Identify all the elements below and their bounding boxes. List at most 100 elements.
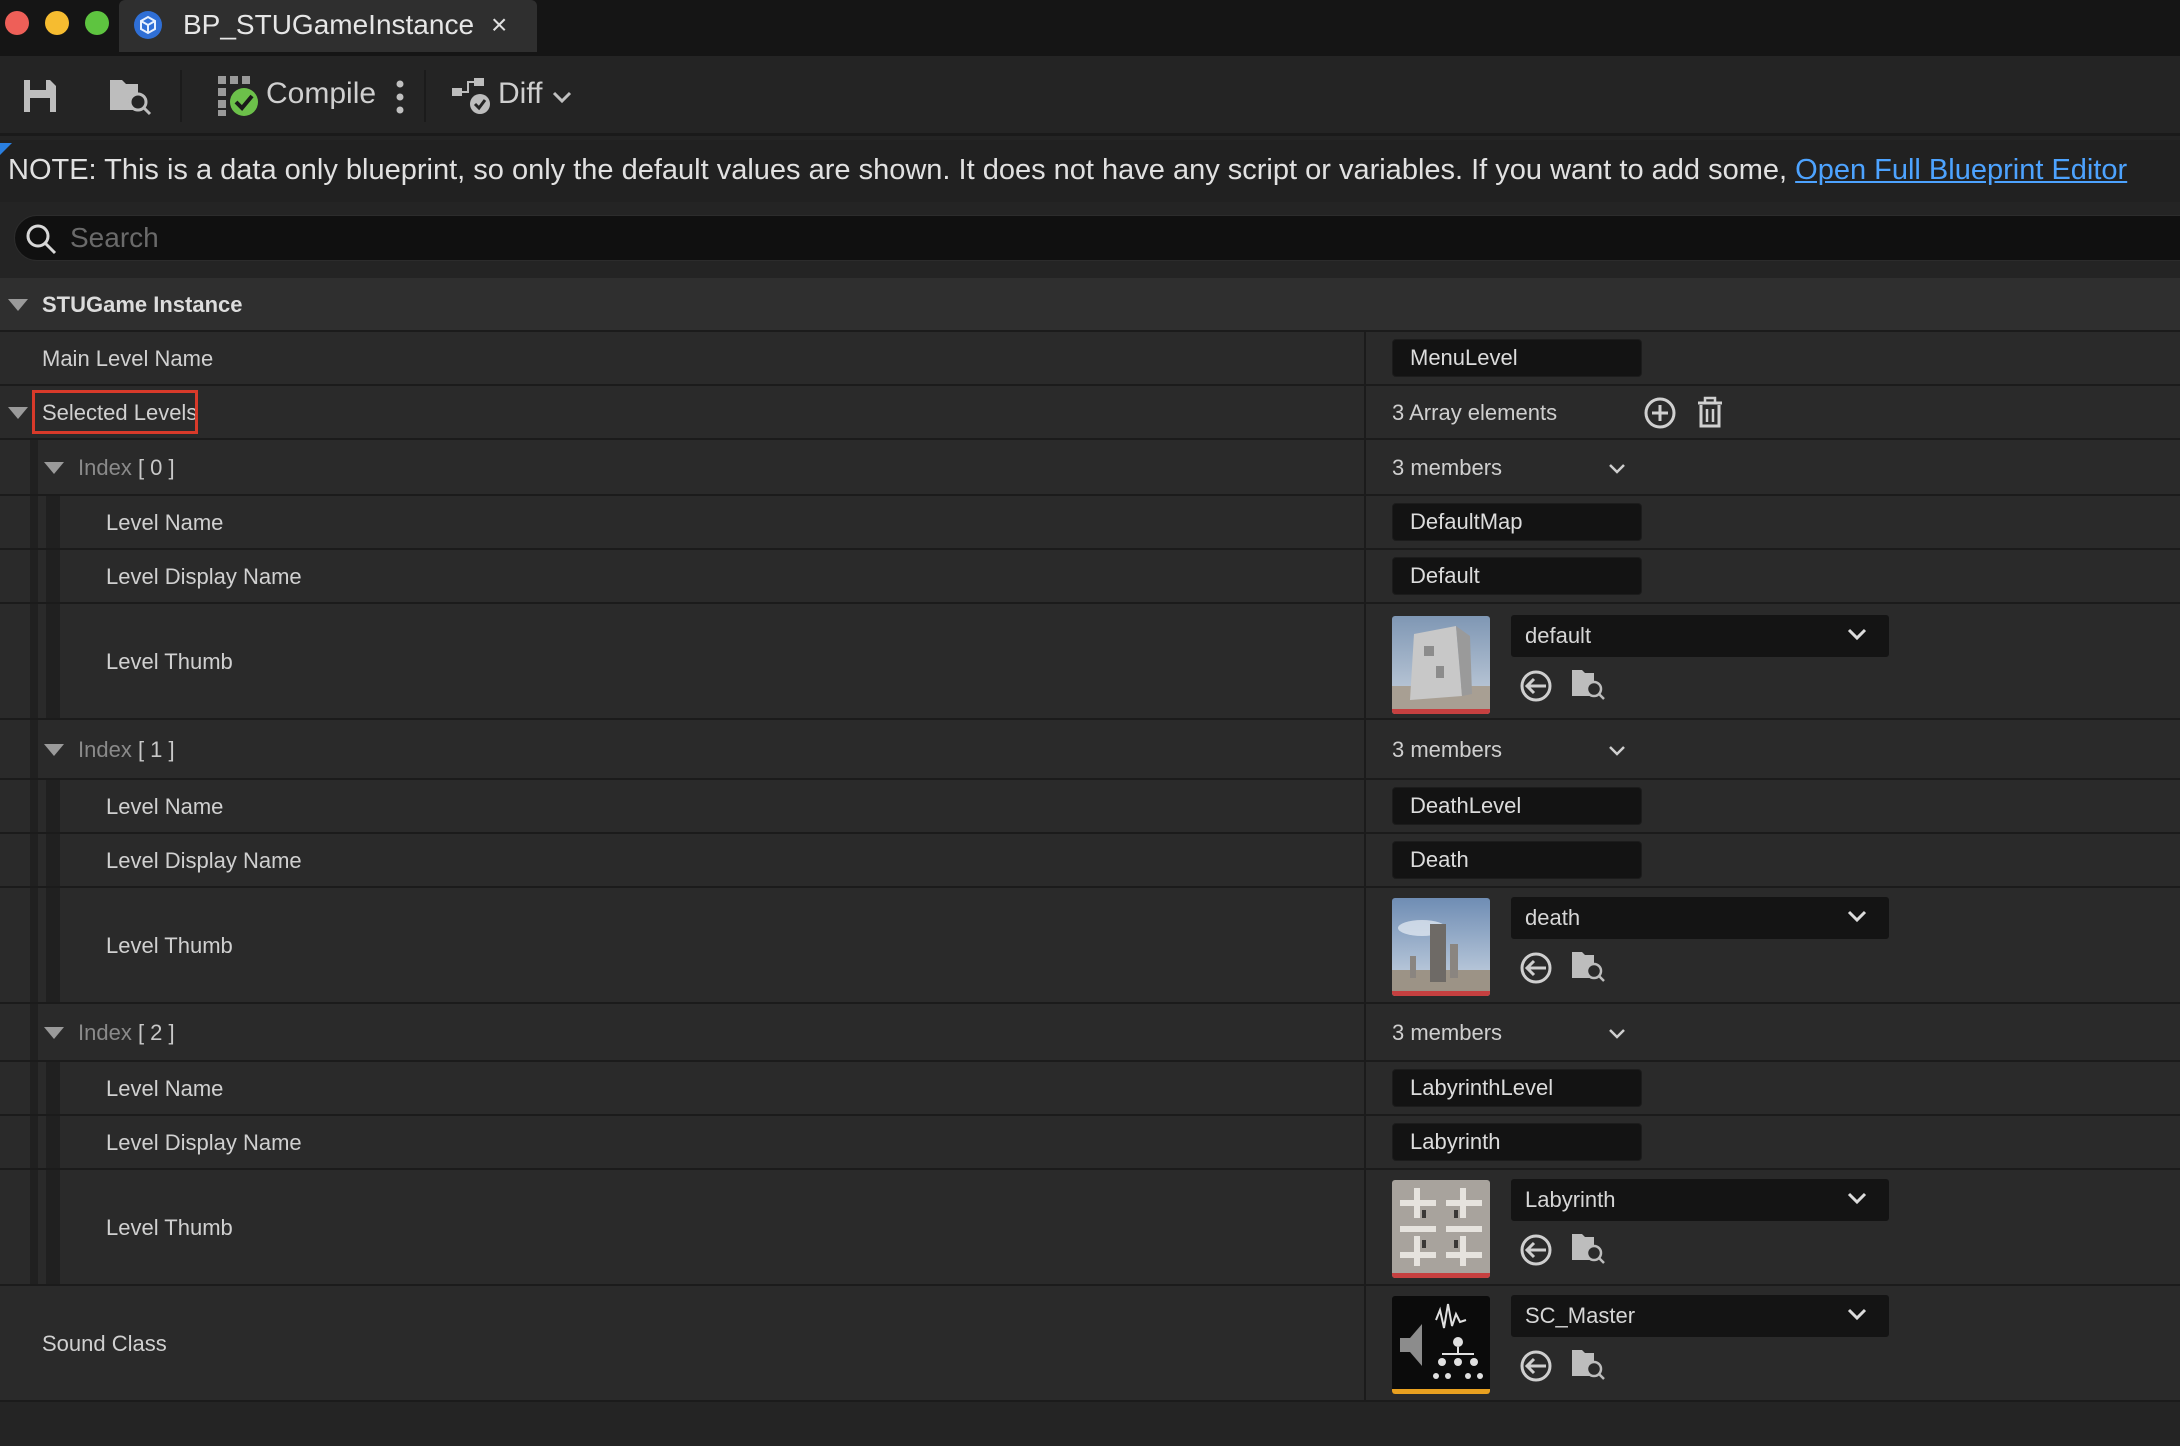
property-label: Level Display Name xyxy=(106,848,302,873)
property-row-level-thumb: Level Thumb death xyxy=(0,888,2180,1004)
level-display-name-field[interactable]: Labyrinth xyxy=(1392,1123,1642,1161)
property-label: Level Display Name xyxy=(106,1130,302,1155)
expand-arrow-icon[interactable] xyxy=(44,744,64,756)
maximize-window-button[interactable] xyxy=(85,11,109,35)
main-level-name-field[interactable]: MenuLevel xyxy=(1392,339,1642,377)
use-selected-asset-icon[interactable] xyxy=(1518,668,1554,704)
blueprint-editor-window: BP_STUGameInstance × Compile Diff NOTE: … xyxy=(0,0,2180,1446)
chevron-down-icon[interactable] xyxy=(1608,460,1626,478)
index-label: Index [ 0 ] xyxy=(78,455,175,480)
highlight-box xyxy=(32,390,198,434)
members-count: 3 members xyxy=(1392,1020,1503,1045)
chevron-down-icon xyxy=(1847,910,1867,923)
browse-folder-icon xyxy=(110,80,152,116)
members-count: 3 members xyxy=(1392,737,1503,762)
property-row-level-display-name: Level Display Name Labyrinth xyxy=(0,1116,2180,1170)
chevron-down-icon xyxy=(552,91,572,103)
trash-icon[interactable] xyxy=(1692,395,1728,431)
browse-asset-icon[interactable] xyxy=(1570,666,1606,702)
chevron-down-icon xyxy=(1847,628,1867,641)
thumb-asset-dropdown[interactable]: default xyxy=(1510,614,1890,658)
thumb-asset-dropdown[interactable]: Labyrinth xyxy=(1510,1178,1890,1222)
use-selected-asset-icon[interactable] xyxy=(1518,950,1554,986)
property-row-sound-class: Sound Class SC_Master xyxy=(0,1286,2180,1402)
category-name: STUGame Instance xyxy=(42,292,243,317)
level-thumbnail-default[interactable] xyxy=(1392,616,1490,714)
compile-label: Compile xyxy=(266,77,377,110)
level-name-field[interactable]: DefaultMap xyxy=(1392,503,1642,541)
level-name-field[interactable]: LabyrinthLevel xyxy=(1392,1069,1642,1107)
browse-asset-button[interactable] xyxy=(104,56,160,136)
property-row-level-name: Level Name DeathLevel xyxy=(0,780,2180,834)
expand-arrow-icon[interactable] xyxy=(8,299,28,311)
array-index-row[interactable]: Index [ 0 ] 3 members xyxy=(0,440,2180,496)
diff-button[interactable]: Diff xyxy=(448,56,576,136)
more-vertical-icon xyxy=(396,80,404,114)
property-label: Level Name xyxy=(106,510,224,535)
notice-corner-marker xyxy=(0,143,12,155)
property-label: Level Name xyxy=(106,794,224,819)
use-selected-asset-icon[interactable] xyxy=(1518,1348,1554,1384)
expand-arrow-icon[interactable] xyxy=(8,407,28,419)
property-row-level-display-name: Level Display Name Default xyxy=(0,550,2180,604)
property-row-level-thumb: Level Thumb Labyrinth xyxy=(0,1170,2180,1286)
search-icon xyxy=(26,224,57,255)
save-button[interactable] xyxy=(18,56,68,136)
level-display-name-field[interactable]: Default xyxy=(1392,557,1642,595)
title-bar: BP_STUGameInstance × xyxy=(0,0,2180,56)
browse-asset-icon[interactable] xyxy=(1570,1346,1606,1382)
expand-arrow-icon[interactable] xyxy=(44,1027,64,1039)
sound-class-thumbnail[interactable] xyxy=(1392,1296,1490,1394)
toolbar-separator xyxy=(424,70,426,122)
array-index-row[interactable]: Index [ 2 ] 3 members xyxy=(0,1004,2180,1062)
toolbar: Compile Diff xyxy=(0,56,2180,136)
toolbar-separator xyxy=(180,70,182,122)
array-count: 3 Array elements xyxy=(1392,400,1558,425)
chevron-down-icon[interactable] xyxy=(1608,1025,1626,1043)
data-only-notice: NOTE: This is a data only blueprint, so … xyxy=(0,140,2180,202)
category-header[interactable]: STUGame Instance xyxy=(0,278,2180,332)
property-row-level-name: Level Name LabyrinthLevel xyxy=(0,1062,2180,1116)
blueprint-icon xyxy=(134,11,162,39)
level-display-name-field[interactable]: Death xyxy=(1392,841,1642,879)
save-icon xyxy=(24,80,56,112)
add-element-icon[interactable] xyxy=(1642,395,1678,431)
compile-button[interactable]: Compile xyxy=(214,56,384,136)
level-thumbnail-labyrinth[interactable] xyxy=(1392,1180,1490,1278)
chevron-down-icon xyxy=(1847,1192,1867,1205)
level-thumbnail-death[interactable] xyxy=(1392,898,1490,996)
minimize-window-button[interactable] xyxy=(45,11,69,35)
property-row-level-name: Level Name DefaultMap xyxy=(0,496,2180,550)
property-row-main-level-name: Main Level Name MenuLevel xyxy=(0,332,2180,386)
property-label: Level Thumb xyxy=(106,649,233,674)
property-label: Sound Class xyxy=(42,1331,167,1356)
use-selected-asset-icon[interactable] xyxy=(1518,1232,1554,1268)
search-input[interactable] xyxy=(70,220,1870,256)
thumb-asset-dropdown[interactable]: death xyxy=(1510,896,1890,940)
tab-close-icon[interactable]: × xyxy=(491,8,507,42)
property-row-level-thumb: Level Thumb default xyxy=(0,604,2180,720)
notice-text: NOTE: This is a data only blueprint, so … xyxy=(8,154,1796,186)
document-tab[interactable]: BP_STUGameInstance × xyxy=(119,0,537,52)
compile-options-button[interactable] xyxy=(390,56,414,136)
chevron-down-icon[interactable] xyxy=(1608,742,1626,760)
search-box xyxy=(14,215,2180,261)
property-label: Main Level Name xyxy=(42,346,214,371)
property-label: Level Thumb xyxy=(106,1215,233,1240)
index-label: Index [ 2 ] xyxy=(78,1020,175,1045)
array-index-row[interactable]: Index [ 1 ] 3 members xyxy=(0,720,2180,780)
diff-icon xyxy=(452,78,490,114)
close-window-button[interactable] xyxy=(5,11,29,35)
diff-label: Diff xyxy=(498,77,543,110)
level-name-field[interactable]: DeathLevel xyxy=(1392,787,1642,825)
sound-class-dropdown[interactable]: SC_Master xyxy=(1510,1294,1890,1338)
open-full-blueprint-editor-link[interactable]: Open Full Blueprint Editor xyxy=(1795,154,2127,186)
expand-arrow-icon[interactable] xyxy=(44,462,64,474)
browse-asset-icon[interactable] xyxy=(1570,1230,1606,1266)
property-label: Level Display Name xyxy=(106,564,302,589)
compile-status-icon xyxy=(218,76,258,116)
browse-asset-icon[interactable] xyxy=(1570,948,1606,984)
property-label: Level Thumb xyxy=(106,933,233,958)
property-row-selected-levels: Selected Levels 3 Array elements xyxy=(0,386,2180,440)
property-row-level-display-name: Level Display Name Death xyxy=(0,834,2180,888)
